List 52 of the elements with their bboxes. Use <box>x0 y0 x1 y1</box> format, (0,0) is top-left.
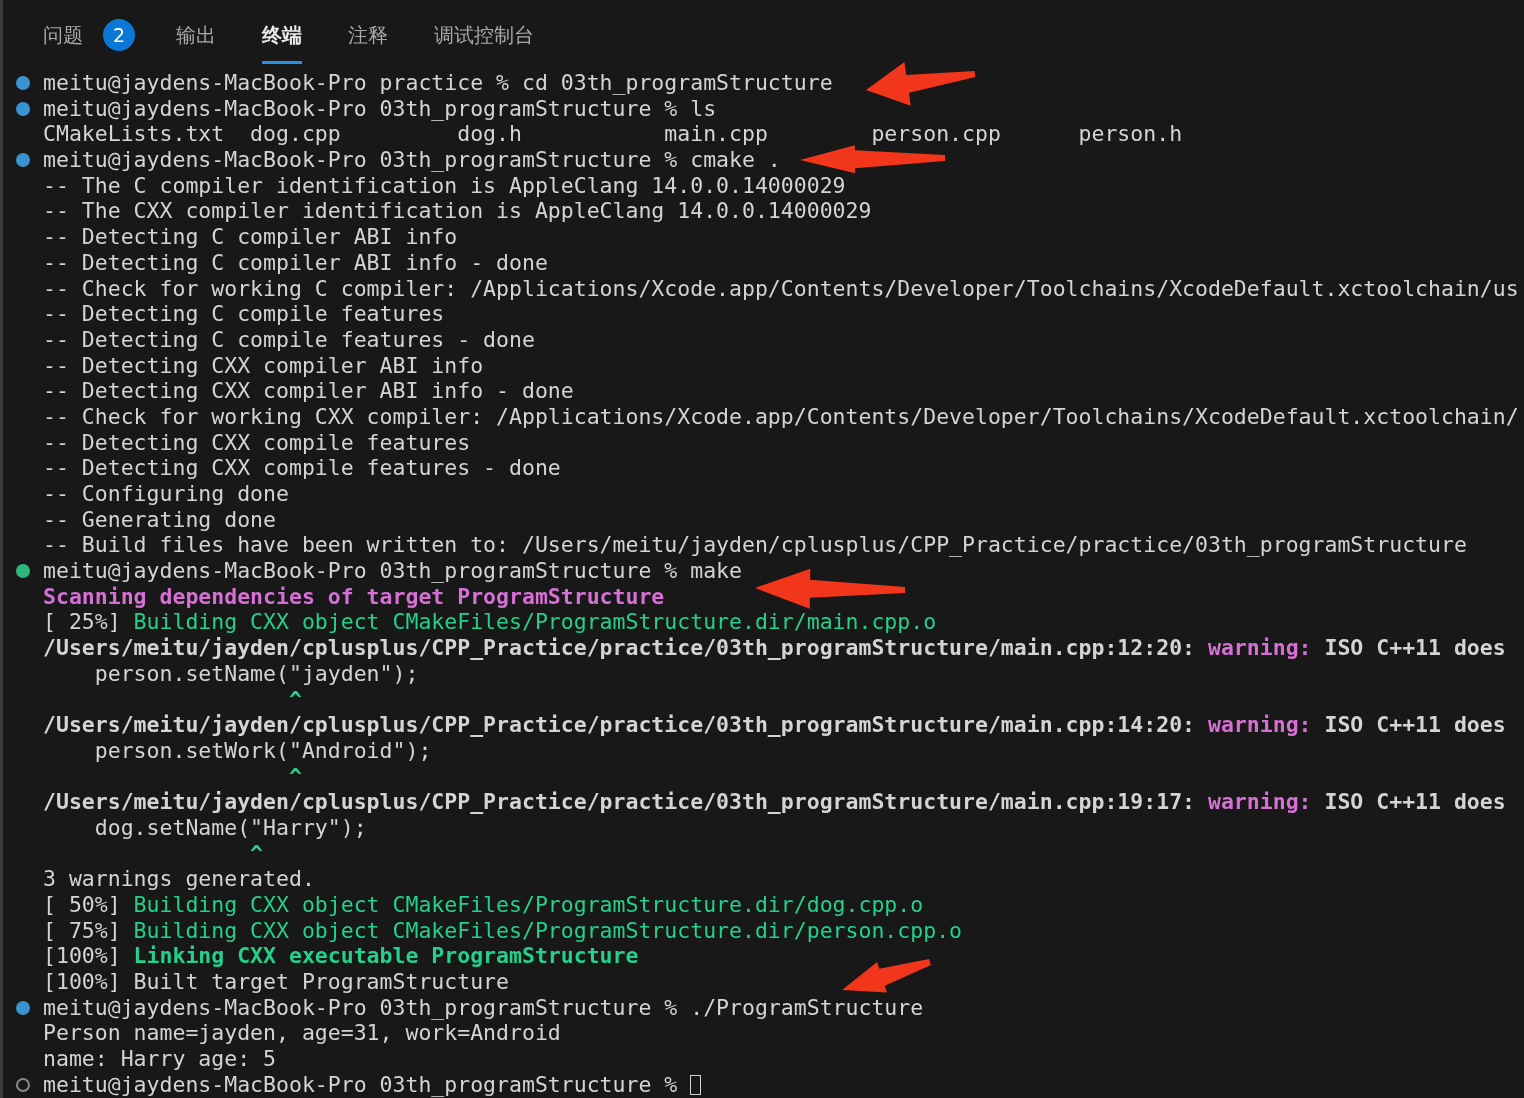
output-line: /Users/meitu/jayden/cplusplus/CPP_Practice/practice/03th_programStructure/main.cpp:14:20: warning: ISO C++11 does <box>43 712 1506 738</box>
command-line: meitu@jaydens-MacBook-Pro 03th_programStructure % ./ProgramStructure <box>43 994 924 1021</box>
panel-tab[interactable]: 终端 <box>262 6 302 64</box>
output-line: [ 50%] Building CXX object CMakeFiles/ProgramStructure.dir/dog.cpp.o <box>43 892 924 918</box>
output-line: -- Detecting C compile features <box>43 301 445 327</box>
output-line: -- Detecting CXX compile features <box>43 429 471 456</box>
command-status-dot[interactable] <box>16 75 30 90</box>
output-line: dog.setName("Harry"); <box>93 814 367 841</box>
output-line: -- The C compiler identification is AppleClang 14.0.0.14000029 <box>43 172 846 199</box>
output-line: /Users/meitu/jayden/cplusplus/CPP_Practice/practice/03th_programStructure/main.cpp:19:17: warning: ISO C++11 does <box>43 789 1506 815</box>
output-line: [ 75%] Building CXX object CMakeFiles/ProgramStructure.dir/person.cpp.o <box>43 917 963 944</box>
output-line: [100%] Built target ProgramStructure <box>43 969 509 995</box>
panel-tab[interactable]: 问题 <box>43 6 83 64</box>
command-line: meitu@jaydens-MacBook-Pro 03th_programStructure % <box>43 1071 679 1098</box>
panel-tab[interactable]: 调试控制台 <box>434 6 534 64</box>
output-line: -- The CXX compiler identification is AppleClang 14.0.0.14000029 <box>43 198 872 225</box>
output-line: 3 warnings generated. <box>43 866 315 892</box>
output-line: -- Check for working C compiler: /Applications/Xcode.app/Contents/Developer/Toolchains/XcodeDefault.xctoolchain/us <box>43 275 1519 302</box>
command-line: meitu@jaydens-MacBook-Pro 03th_programStructure % cmake . <box>43 147 781 173</box>
output-line: [100%] Linking CXX executable ProgramStructure <box>43 943 639 970</box>
command-line: meitu@jaydens-MacBook-Pro practice % cd 03th_programStructure <box>43 70 833 96</box>
command-status-dot[interactable] <box>16 101 30 116</box>
output-line: -- Detecting CXX compiler ABI info <box>43 352 484 379</box>
output-line: person.setName("jayden"); <box>93 660 419 687</box>
output-line: -- Detecting C compiler ABI info - done <box>43 249 548 276</box>
command-status-dot[interactable] <box>16 1000 30 1015</box>
output-line: Scanning dependencies of target ProgramStructure <box>43 583 665 610</box>
output-line: -- Detecting C compiler ABI info <box>43 224 458 250</box>
output-line: -- Detecting CXX compile features - done <box>43 455 561 481</box>
output-line: Person name=jayden, age=31, work=Android <box>43 1020 561 1047</box>
output-line: CMakeLists.txt dog.cpp dog.h main.cpp person.cpp person.h <box>43 121 1183 148</box>
panel-tab[interactable]: 注释 <box>348 6 388 64</box>
output-line: ^ <box>249 840 264 867</box>
command-status-dot[interactable] <box>16 152 30 167</box>
command-line: meitu@jaydens-MacBook-Pro 03th_programStructure % make <box>43 558 742 584</box>
output-line: [ 25%] Building CXX object CMakeFiles/ProgramStructure.dir/main.cpp.o <box>43 609 937 636</box>
output-line: -- Generating done <box>43 506 276 533</box>
output-line: -- Detecting C compile features - done <box>43 326 535 353</box>
output-line: ^ <box>287 686 302 713</box>
output-line: person.setWork("Android"); <box>93 737 432 764</box>
command-status-dot[interactable] <box>16 563 30 578</box>
command-status-circle[interactable] <box>16 1077 30 1092</box>
output-line: ^ <box>287 763 302 790</box>
output-line: -- Configuring done <box>43 481 289 507</box>
command-line: meitu@jaydens-MacBook-Pro 03th_programStructure % ls <box>43 95 717 122</box>
output-line: name: Harry age: 5 <box>43 1046 276 1072</box>
output-line: -- Detecting CXX compiler ABI info - done <box>43 378 574 404</box>
output-line: -- Check for working CXX compiler: /Applications/Xcode.app/Contents/Developer/Toolchains/XcodeDefault.xctoolchain/ <box>43 403 1519 430</box>
output-line: -- Build files have been written to: /Users/meitu/jayden/cplusplus/CPP_Practice/practice/03th_programStructure <box>43 532 1467 559</box>
count-badge: 2 <box>103 19 135 51</box>
output-line: /Users/meitu/jayden/cplusplus/CPP_Practice/practice/03th_programStructure/main.cpp:12:20: warning: ISO C++11 does <box>43 635 1506 661</box>
panel-tab[interactable]: 输出 <box>176 6 216 64</box>
